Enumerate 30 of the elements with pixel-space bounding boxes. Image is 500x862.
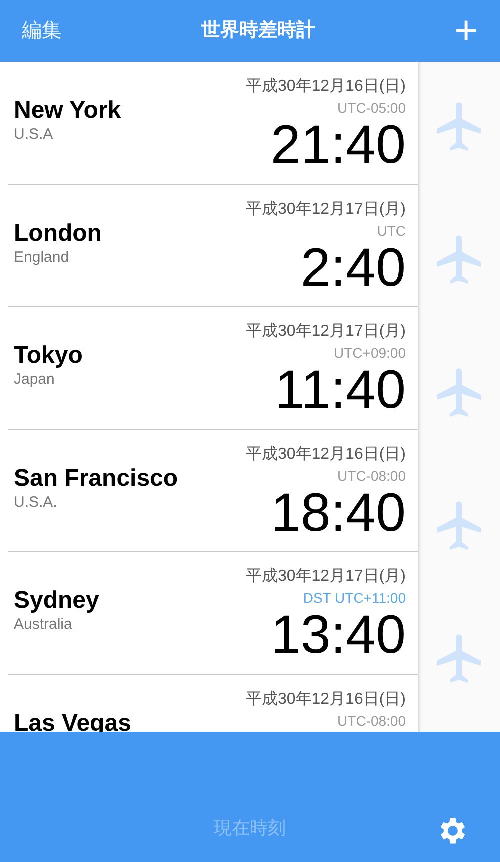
add-button[interactable]: + [454, 11, 478, 51]
clock-time: 2:40 [300, 240, 406, 294]
utc-offset: UTC [377, 222, 406, 240]
date-label: 平成30年12月17日(月) [246, 322, 406, 342]
country-name: England [14, 248, 70, 268]
date-label: 平成30年12月17日(月) [246, 566, 406, 587]
city-name: Tokyo [14, 341, 83, 371]
clock-time: 11:40 [274, 363, 406, 417]
date-label: 平成30年12月16日(日) [246, 690, 406, 710]
clock-time: 13:40 [270, 608, 406, 662]
country-name: U.S.A [14, 126, 54, 145]
screen-title: 世界時差時計 [201, 18, 316, 43]
utc-offset: DST UTC+11:00 [303, 589, 406, 608]
country-name: U.S.A. [14, 494, 58, 512]
edit-button[interactable]: 編集 [22, 16, 62, 46]
clock-time: 18:40 [270, 486, 406, 540]
date-label: 平成30年12月16日(日) [246, 444, 406, 464]
country-name: Japan [14, 371, 56, 390]
clock-time: 21:40 [270, 118, 406, 172]
city-name: Sydney [14, 586, 100, 616]
utc-offset: UTC-05:00 [338, 99, 406, 118]
city-name: New York [14, 96, 122, 126]
country-name: Australia [14, 616, 74, 635]
city-name: London [14, 218, 102, 248]
date-label: 平成30年12月17日(月) [246, 200, 406, 220]
utc-offset: UTC+09:00 [334, 344, 406, 363]
utc-offset: UTC-08:00 [338, 712, 406, 730]
city-name: San Francisco [14, 464, 178, 494]
utc-offset: UTC-08:00 [338, 466, 406, 486]
date-label: 平成30年12月16日(日) [246, 76, 406, 97]
